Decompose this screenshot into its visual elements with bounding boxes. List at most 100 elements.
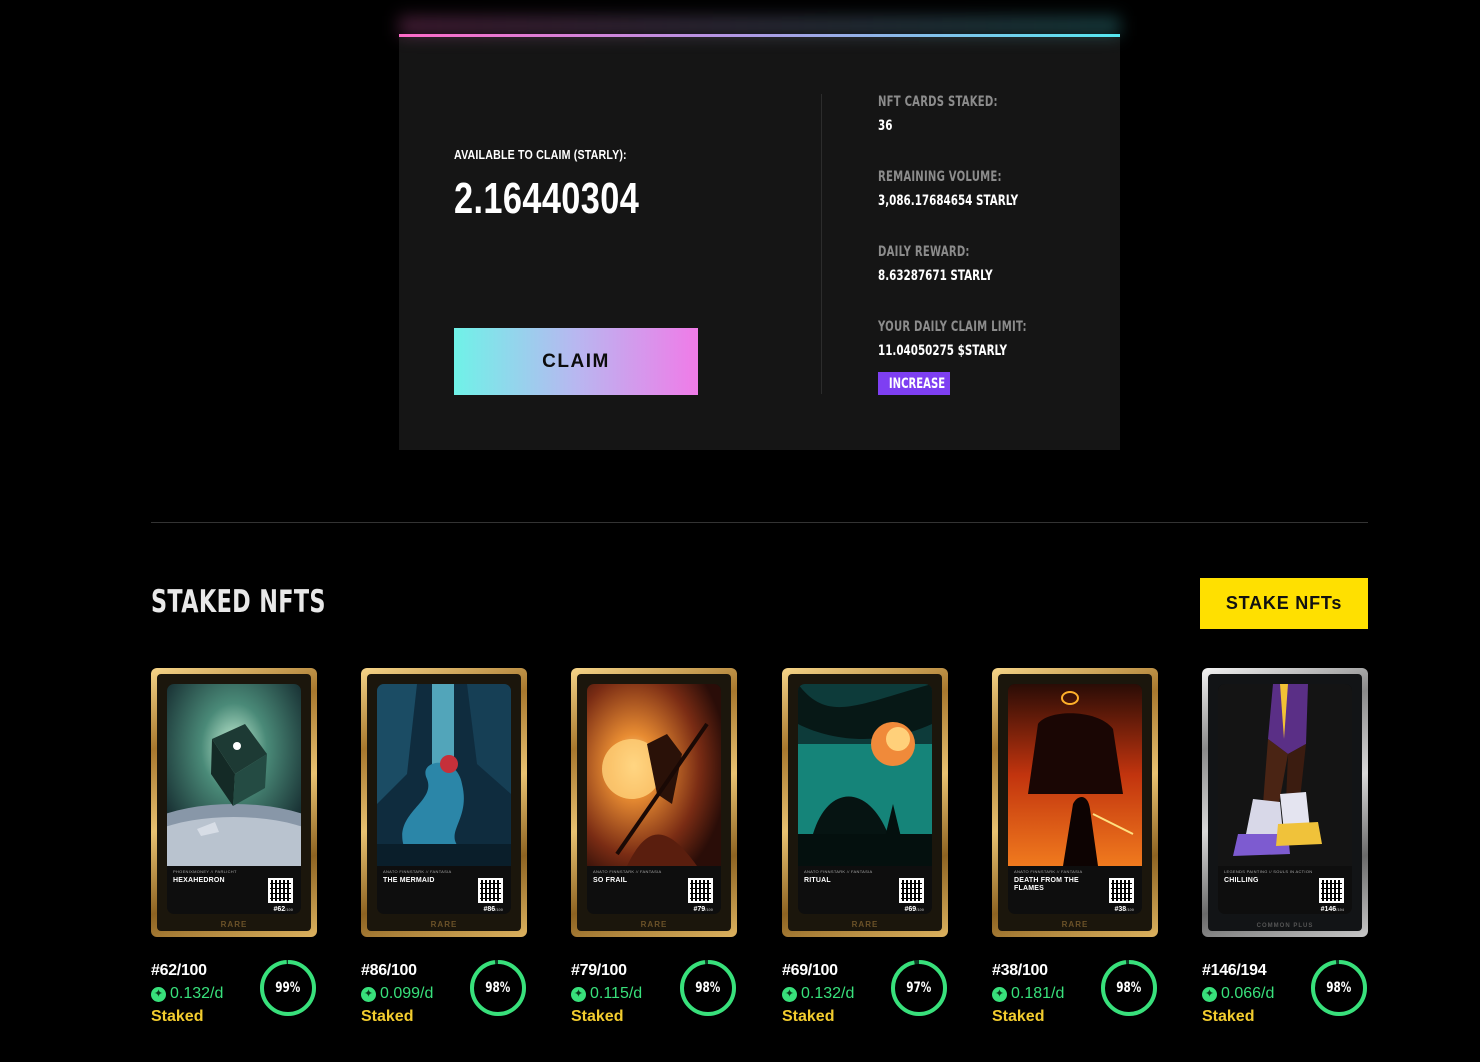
stat-daily-reward: DAILY REWARD: 8.63287671 STARLY — [878, 244, 1138, 284]
card-rarity: RARE — [1061, 920, 1089, 929]
nft-item: LEGENDS PAINTING // SOULS IN ACTION CHIL… — [1202, 668, 1368, 1032]
card-rarity: RARE — [220, 920, 248, 929]
nft-item: ANATO FINNSTARK // FANTASIA SO FRAIL #79… — [571, 668, 737, 1032]
nft-rate-value: 0.099/d — [380, 985, 434, 1002]
card-artist: ANATO FINNSTARK // FANTASIA — [804, 869, 873, 874]
card-frame: PHOENIXMONEY // PARLICHT HEXAHEDRON #62/… — [157, 674, 311, 931]
card-edition-number: #79 — [693, 906, 706, 913]
card-artwork — [1218, 684, 1352, 866]
nft-status: Staked — [571, 1008, 624, 1025]
starly-coin-icon — [571, 986, 586, 1003]
card-frame: ANATO FINNSTARK // FANTASIA RITUAL #69/1… — [788, 674, 942, 931]
nft-rate-value: 0.132/d — [170, 985, 224, 1002]
card-artist: ANATO FINNSTARK // FANTASIA — [383, 869, 452, 874]
starly-coin-icon — [782, 986, 797, 1003]
card-frame: ANATO FINNSTARK // FANTASIA SO FRAIL #79… — [577, 674, 731, 931]
card-frame: ANATO FINNSTARK // FANTASIA DEATH FROM T… — [998, 674, 1152, 931]
card-artist: LEGENDS PAINTING // SOULS IN ACTION — [1224, 869, 1313, 874]
card-edition: #79/100 — [694, 906, 713, 913]
nft-item: ANATO FINNSTARK // FANTASIA RITUAL #69/1… — [782, 668, 948, 1032]
card-edition-total: /194 — [1336, 907, 1344, 912]
card-edition-number: #38 — [1114, 906, 1127, 913]
nft-info: #62/100 0.132/d Staked 99% — [151, 959, 317, 1032]
nft-card[interactable]: ANATO FINNSTARK // FANTASIA DEATH FROM T… — [992, 668, 1158, 937]
nft-card[interactable]: ANATO FINNSTARK // FANTASIA THE MERMAID … — [361, 668, 527, 937]
qr-code — [268, 878, 293, 903]
nft-reward-rate: 0.099/d — [361, 985, 433, 1003]
card-edition-total: /100 — [1126, 907, 1134, 912]
nft-rate-value: 0.132/d — [801, 985, 855, 1002]
card-title: CHILLING — [1224, 877, 1259, 884]
nft-info: #146/194 0.066/d Staked 98% — [1202, 959, 1368, 1032]
nft-card[interactable]: PHOENIXMONEY // PARLICHT HEXAHEDRON #62/… — [151, 668, 317, 937]
nft-reward-rate: 0.066/d — [1202, 985, 1274, 1003]
nft-reward-rate: 0.181/d — [992, 985, 1064, 1003]
nft-status: Staked — [361, 1008, 414, 1025]
stat-value: 36 — [878, 118, 893, 134]
claim-button[interactable]: CLAIM — [454, 328, 698, 395]
card-face: ANATO FINNSTARK // FANTASIA RITUAL #69/1… — [798, 684, 932, 914]
card-rarity: RARE — [851, 920, 879, 929]
staked-nft-grid: PHOENIXMONEY // PARLICHT HEXAHEDRON #62/… — [151, 668, 1368, 1048]
card-face: LEGENDS PAINTING // SOULS IN ACTION CHIL… — [1218, 684, 1352, 914]
qr-code — [899, 878, 924, 903]
nft-card[interactable]: ANATO FINNSTARK // FANTASIA SO FRAIL #79… — [571, 668, 737, 937]
card-edition: #146/194 — [1321, 906, 1344, 913]
card-frame: ANATO FINNSTARK // FANTASIA THE MERMAID … — [367, 674, 521, 931]
nft-info: #38/100 0.181/d Staked 98% — [992, 960, 1158, 1032]
progress-percent: 98% — [469, 959, 527, 1017]
progress-percent: 98% — [679, 959, 737, 1017]
nft-rate-value: 0.066/d — [1221, 985, 1275, 1002]
nft-card[interactable]: LEGENDS PAINTING // SOULS IN ACTION CHIL… — [1202, 668, 1368, 937]
card-edition-total: /100 — [916, 907, 924, 912]
stake-nfts-button[interactable]: STAKE NFTs — [1200, 578, 1368, 629]
section-divider — [151, 522, 1368, 523]
card-rarity: RARE — [640, 920, 668, 929]
nft-item: ANATO FINNSTARK // FANTASIA DEATH FROM T… — [992, 668, 1158, 1032]
stat-remaining-volume: REMAINING VOLUME: 3,086.17684654 STARLY — [878, 169, 1138, 209]
nft-edition: #146/194 — [1202, 962, 1267, 979]
nft-edition: #38/100 — [992, 962, 1048, 979]
card-edition-total: /100 — [495, 907, 503, 912]
percent-label: 99% — [275, 980, 301, 996]
card-title: SO FRAIL — [593, 877, 628, 884]
nft-reward-rate: 0.115/d — [571, 985, 642, 1003]
progress-percent: 99% — [259, 959, 317, 1017]
nft-status: Staked — [782, 1008, 835, 1025]
nft-info: #69/100 0.132/d Staked 97% — [782, 960, 948, 1032]
nft-reward-rate: 0.132/d — [782, 985, 854, 1003]
staked-nfts-title: STAKED NFTS — [151, 584, 326, 620]
nft-edition: #86/100 — [361, 962, 417, 979]
nft-info: #79/100 0.115/d Staked 98% — [571, 959, 737, 1032]
card-frame: LEGENDS PAINTING // SOULS IN ACTION CHIL… — [1208, 674, 1362, 931]
stat-label: NFT CARDS STAKED: — [878, 94, 998, 110]
card-artist: ANATO FINNSTARK // FANTASIA — [593, 869, 662, 874]
starly-coin-icon — [992, 986, 1007, 1003]
card-edition-total: /100 — [705, 907, 713, 912]
available-to-claim-value: 2.16440304 — [454, 174, 640, 223]
card-artist: PHOENIXMONEY // PARLICHT — [173, 869, 237, 874]
nft-rate-value: 0.115/d — [590, 985, 643, 1002]
percent-label: 98% — [1326, 980, 1352, 996]
card-rarity: RARE — [430, 920, 458, 929]
qr-code — [1319, 878, 1344, 903]
nft-card[interactable]: ANATO FINNSTARK // FANTASIA RITUAL #69/1… — [782, 668, 948, 937]
card-face: ANATO FINNSTARK // FANTASIA THE MERMAID … — [377, 684, 511, 914]
card-edition: #69/100 — [905, 906, 924, 913]
nft-reward-rate: 0.132/d — [151, 985, 223, 1003]
card-face: ANATO FINNSTARK // FANTASIA DEATH FROM T… — [1008, 684, 1142, 914]
starly-coin-icon — [361, 986, 376, 1003]
percent-label: 98% — [485, 980, 511, 996]
stat-daily-claim-limit: YOUR DAILY CLAIM LIMIT: 11.04050275 $STA… — [878, 319, 1138, 359]
card-face: PHOENIXMONEY // PARLICHT HEXAHEDRON #62/… — [167, 684, 301, 914]
increase-limit-button[interactable]: INCREASE — [878, 372, 950, 395]
stat-value: 8.63287671 STARLY — [878, 268, 993, 284]
card-title: DEATH FROM THE FLAMES — [1014, 877, 1079, 892]
nft-edition: #69/100 — [782, 962, 838, 979]
progress-percent: 98% — [1310, 959, 1368, 1017]
card-edition: #38/100 — [1115, 906, 1134, 913]
card-artwork — [167, 684, 301, 866]
card-edition: #62/100 — [274, 906, 293, 913]
stat-cards-staked: NFT CARDS STAKED: 36 — [878, 94, 1138, 134]
qr-code — [1109, 878, 1134, 903]
